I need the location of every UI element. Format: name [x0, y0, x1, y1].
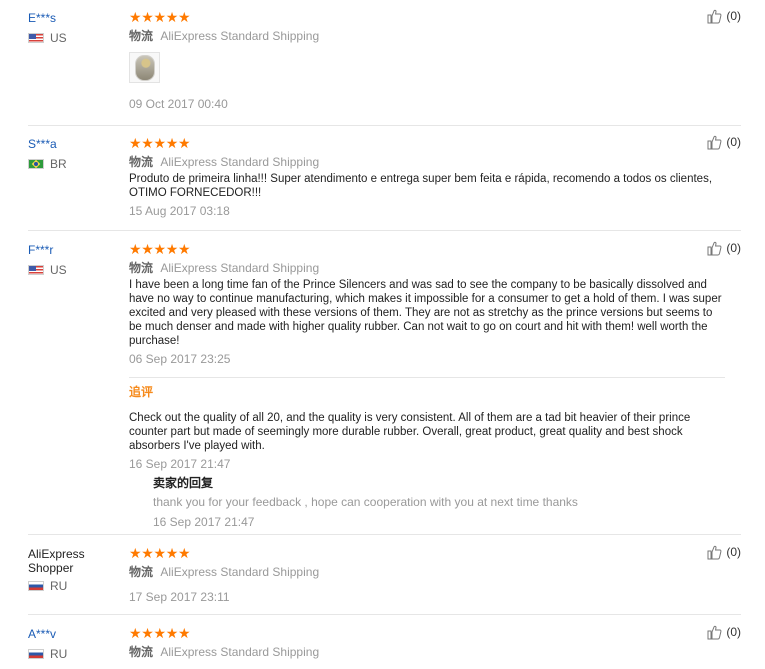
ru-flag-icon	[28, 581, 44, 591]
review-item: AliExpress Shopper RU ★★★★★ 物流 AliExpres…	[28, 544, 741, 615]
shipping-method: 物流 AliExpress Standard Shipping	[129, 644, 725, 660]
photo-icon	[135, 55, 155, 81]
rating-stars: ★★★★★	[129, 625, 191, 641]
seller-reply-title: 卖家的回复	[153, 476, 214, 490]
review-user: A***v RU	[28, 624, 123, 661]
username: S***a	[28, 137, 57, 151]
seller-reply-text: thank you for your feedback , hope can c…	[153, 495, 578, 509]
review-user: S***a BR	[28, 134, 123, 171]
review-date: 06 Sep 2017 23:25	[129, 352, 231, 366]
us-flag-icon	[28, 33, 44, 43]
shipping-text: AliExpress Standard Shipping	[160, 645, 320, 659]
country: BR	[28, 157, 123, 171]
helpful-count: (0)	[726, 9, 741, 23]
country-code: RU	[50, 579, 68, 593]
country: RU	[28, 647, 123, 661]
seller-reply: 卖家的回复 thank you for your feedback , hope…	[153, 475, 725, 530]
review-item: F***r US ★★★★★ 物流 AliExpress Standard Sh…	[28, 240, 741, 535]
review-content: ★★★★★ 物流 AliExpress Standard Shipping 17…	[129, 544, 725, 605]
rating-stars: ★★★★★	[129, 135, 191, 151]
thumbs-up-icon	[707, 625, 722, 640]
shipping-text: AliExpress Standard Shipping	[160, 261, 320, 275]
country-code: US	[50, 263, 67, 277]
thumbs-up-icon	[707, 135, 722, 150]
helpful-count: (0)	[726, 625, 741, 639]
country-code: BR	[50, 157, 67, 171]
username: AliExpress Shopper	[28, 547, 85, 575]
review-user: AliExpress Shopper RU	[28, 544, 123, 593]
review-content: ★★★★★ 物流 AliExpress Standard Shipping	[129, 624, 725, 660]
helpful-count: (0)	[726, 241, 741, 255]
shipping-label: 物流	[129, 155, 154, 169]
shipping-method: 物流 AliExpress Standard Shipping	[129, 154, 725, 170]
rating-stars: ★★★★★	[129, 545, 191, 561]
country: RU	[28, 579, 123, 593]
review-user: E***s US	[28, 8, 123, 45]
helpful-button[interactable]: (0)	[706, 134, 741, 150]
review-photo-thumbnail[interactable]	[129, 52, 160, 83]
thumbs-up-icon	[707, 545, 722, 560]
country: US	[28, 263, 123, 277]
helpful-button[interactable]: (0)	[706, 8, 741, 24]
helpful-button[interactable]: (0)	[706, 240, 741, 256]
shipping-label: 物流	[129, 29, 154, 43]
username: F***r	[28, 243, 54, 257]
followup-title: 追评	[129, 385, 154, 399]
ru-flag-icon	[28, 649, 44, 659]
review-content: ★★★★★ 物流 AliExpress Standard Shipping Pr…	[129, 134, 725, 219]
helpful-count: (0)	[726, 545, 741, 559]
review-content: ★★★★★ 物流 AliExpress Standard Shipping I …	[129, 240, 725, 530]
country: US	[28, 31, 123, 45]
review-text: Produto de primeira linha!!! Super atend…	[129, 173, 713, 199]
review-date: 09 Oct 2017 00:40	[129, 97, 228, 111]
seller-reply-date: 16 Sep 2017 21:47	[153, 515, 255, 529]
us-flag-icon	[28, 265, 44, 275]
shipping-label: 物流	[129, 261, 154, 275]
thumbs-up-icon	[707, 9, 722, 24]
username: E***s	[28, 11, 57, 25]
review-date: 17 Sep 2017 23:11	[129, 590, 230, 604]
helpful-count: (0)	[726, 135, 741, 149]
review-text: I have been a long time fan of the Princ…	[129, 279, 722, 347]
followup-text: Check out the quality of all 20, and the…	[129, 412, 691, 452]
shipping-label: 物流	[129, 565, 154, 579]
username: A***v	[28, 627, 57, 641]
rating-stars: ★★★★★	[129, 241, 191, 257]
shipping-method: 物流 AliExpress Standard Shipping	[129, 28, 725, 44]
shipping-text: AliExpress Standard Shipping	[160, 565, 320, 579]
rating-stars: ★★★★★	[129, 9, 191, 25]
shipping-method: 物流 AliExpress Standard Shipping	[129, 564, 725, 580]
review-user: F***r US	[28, 240, 123, 277]
shipping-method: 物流 AliExpress Standard Shipping	[129, 260, 725, 276]
review-content: ★★★★★ 物流 AliExpress Standard Shipping 09…	[129, 8, 725, 112]
review-item: S***a BR ★★★★★ 物流 AliExpress Standard Sh…	[28, 134, 741, 231]
shipping-text: AliExpress Standard Shipping	[160, 29, 320, 43]
review-item: E***s US ★★★★★ 物流 AliExpress Standard Sh…	[28, 8, 741, 126]
shipping-label: 物流	[129, 645, 154, 659]
review-date: 15 Aug 2017 03:18	[129, 204, 230, 218]
helpful-button[interactable]: (0)	[706, 544, 741, 560]
country-code: US	[50, 31, 67, 45]
shipping-text: AliExpress Standard Shipping	[160, 155, 320, 169]
reviews-page: E***s US ★★★★★ 物流 AliExpress Standard Sh…	[0, 0, 765, 669]
helpful-button[interactable]: (0)	[706, 624, 741, 640]
followup-date: 16 Sep 2017 21:47	[129, 457, 231, 471]
thumbs-up-icon	[707, 241, 722, 256]
country-code: RU	[50, 647, 68, 661]
review-item: A***v RU ★★★★★ 物流 AliExpress Standard Sh…	[28, 624, 741, 669]
followup-divider	[129, 377, 725, 378]
br-flag-icon	[28, 159, 44, 169]
